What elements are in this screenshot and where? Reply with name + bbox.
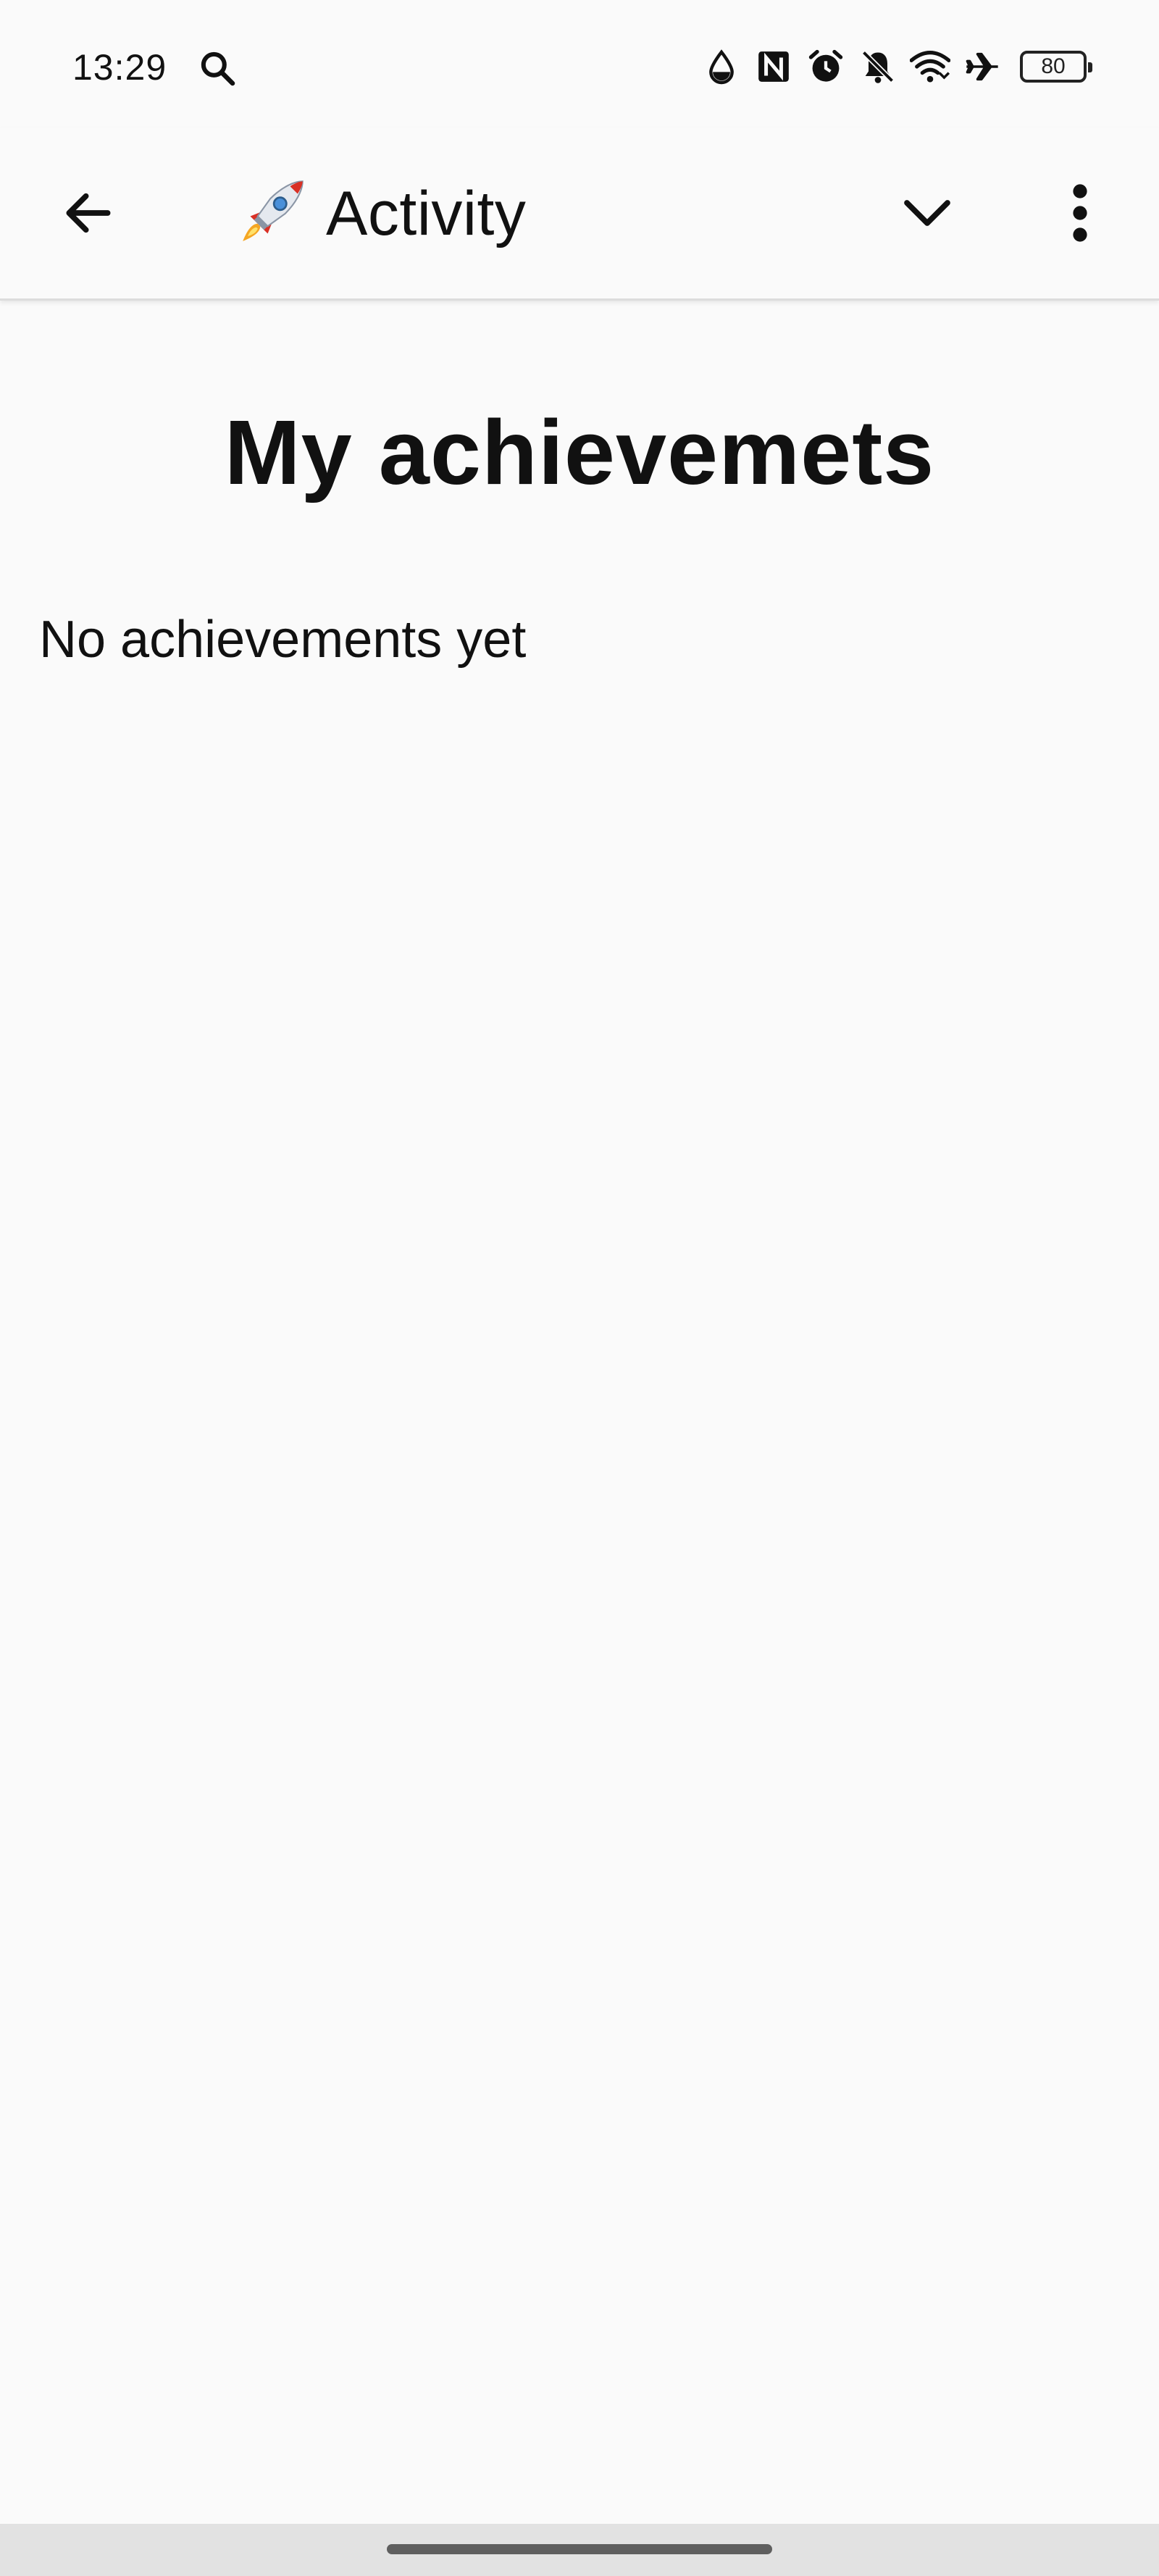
arrow-left-icon xyxy=(66,193,111,233)
app-bar: Activity xyxy=(0,127,1159,301)
home-gesture-handle[interactable] xyxy=(387,2544,772,2554)
nfc-icon xyxy=(753,46,794,87)
more-options-button[interactable] xyxy=(1040,170,1120,256)
gesture-nav-bar xyxy=(0,2524,1159,2576)
battery-icon: 80 xyxy=(1020,51,1092,83)
app-bar-title: Activity xyxy=(230,167,526,261)
app-title: Activity xyxy=(326,178,527,248)
activity-screen: 13:29 80 Activity My achievemets No achi… xyxy=(0,0,1159,2576)
bell-off-icon xyxy=(858,46,898,87)
wifi-icon xyxy=(910,46,950,87)
status-time: 13:29 xyxy=(72,47,167,88)
chevron-down-icon xyxy=(904,200,950,226)
back-button[interactable] xyxy=(45,170,132,256)
status-bar: 13:29 80 xyxy=(0,0,1159,127)
rocket-icon xyxy=(243,180,304,241)
status-icons: 80 xyxy=(701,43,1092,90)
battery-level: 80 xyxy=(1041,54,1066,78)
drop-icon xyxy=(701,46,742,87)
page-title: My achievemets xyxy=(224,401,935,503)
search-icon xyxy=(197,48,238,88)
empty-state-message: No achievements yet xyxy=(39,611,527,669)
alarm-icon xyxy=(806,46,846,87)
dropdown-button[interactable] xyxy=(884,170,971,256)
airplane-icon xyxy=(962,46,1003,87)
more-vert-icon xyxy=(1073,184,1087,242)
